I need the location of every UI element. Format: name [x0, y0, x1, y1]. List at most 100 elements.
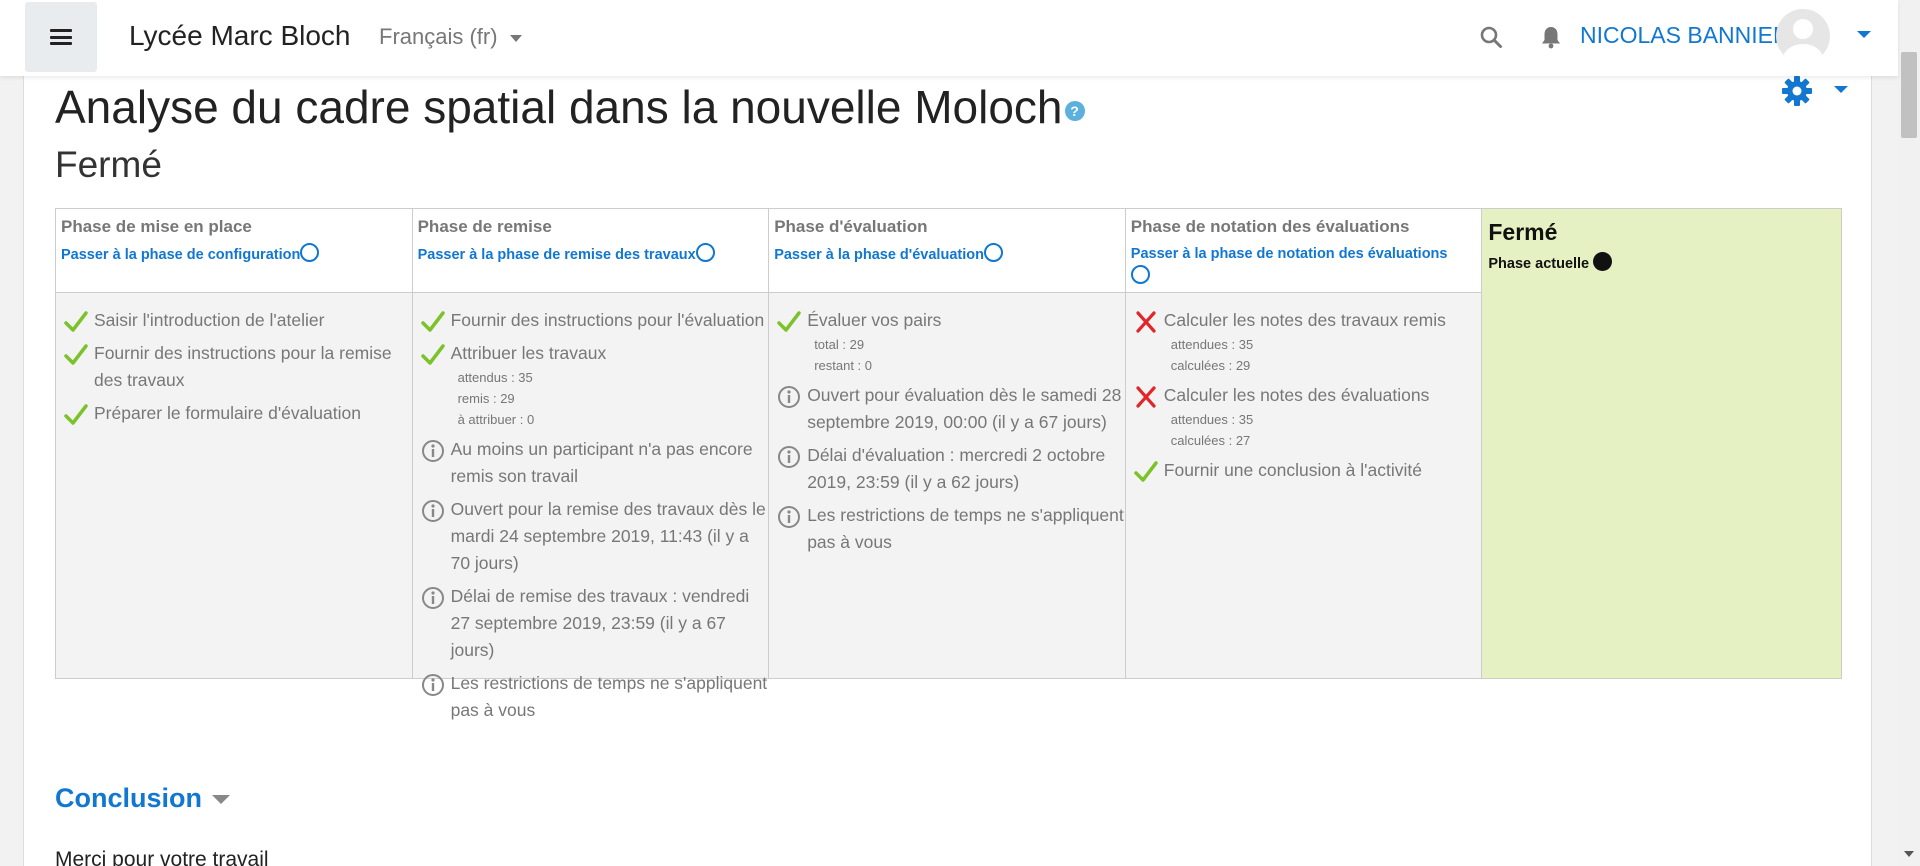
user-menu-chevron-icon[interactable]	[1857, 31, 1871, 38]
conclusion-heading[interactable]: Conclusion	[55, 783, 230, 814]
task-item: Fournir une conclusion à l'activité	[1134, 457, 1482, 484]
task-item: Les restrictions de temps ne s'appliquen…	[421, 670, 769, 724]
task-detail: calculées : 29	[1170, 358, 1251, 373]
language-menu[interactable]: Français (fr)	[379, 24, 522, 50]
scrollbar-thumb[interactable]	[1901, 52, 1917, 138]
check-icon	[64, 404, 88, 425]
bell-icon[interactable]	[1540, 25, 1562, 49]
site-name[interactable]: Lycée Marc Bloch	[129, 20, 351, 52]
task-item: Évaluer vos pairs total : 29 restant : 0	[777, 307, 1125, 376]
settings-chevron-icon[interactable]	[1834, 86, 1848, 93]
current-phase-dot-icon	[1593, 252, 1613, 271]
cross-icon	[1136, 311, 1156, 333]
switch-phase-link[interactable]: Passer à la phase d'évaluation	[774, 247, 984, 263]
task-text: Les restrictions de temps ne s'appliquen…	[807, 505, 1124, 552]
phase-tasks: Saisir l'introduction de l'atelier Fourn…	[56, 293, 412, 427]
check-icon	[64, 344, 88, 365]
task-text: Calculer les notes des travaux remis	[1163, 310, 1446, 330]
task-text: Saisir l'introduction de l'atelier	[94, 310, 325, 330]
phase-tasks: Fournir des instructions pour l'évaluati…	[413, 293, 769, 724]
user-name[interactable]: NICOLAS BANNIER	[1580, 22, 1790, 49]
task-item: Fournir des instructions pour la remise …	[64, 340, 412, 394]
task-text: Préparer le formulaire d'évaluation	[94, 403, 361, 423]
workshop-phases: Phase de mise en place Passer à la phase…	[55, 208, 1842, 720]
switch-phase-icon[interactable]	[1130, 265, 1150, 284]
task-item: Calculer les notes des évaluations atten…	[1134, 382, 1482, 451]
task-text: Fournir des instructions pour l'évaluati…	[450, 310, 765, 330]
task-text: Fournir une conclusion à l'activité	[1163, 460, 1422, 480]
task-detail: restant : 0	[814, 358, 872, 373]
task-item: Saisir l'introduction de l'atelier	[64, 307, 412, 334]
conclusion-text: Merci pour votre travail	[55, 848, 269, 866]
info-icon	[421, 500, 444, 522]
chevron-down-icon	[509, 34, 522, 42]
task-item: Au moins un participant n'a pas encore r…	[421, 436, 769, 490]
menu-button[interactable]	[25, 2, 97, 72]
phase-tasks: Évaluer vos pairs total : 29 restant : 0…	[769, 293, 1125, 556]
info-icon	[778, 506, 801, 528]
switch-phase-icon[interactable]	[695, 243, 715, 262]
current-phase-indicator: Phase actuelle	[1488, 252, 1835, 272]
task-detail: attendues : 35	[1170, 337, 1254, 352]
phase-tasks: Calculer les notes des travaux remis att…	[1126, 293, 1482, 484]
phase-closed: Fermé Phase actuelle	[1482, 209, 1841, 678]
check-icon	[1134, 461, 1158, 482]
check-icon	[420, 311, 445, 332]
page-scrollbar[interactable]	[1898, 0, 1920, 866]
phase-header: Phase d'évaluation Passer à la phase d'é…	[769, 209, 1125, 293]
task-item: Délai d'évaluation : mercredi 2 octobre …	[777, 442, 1125, 496]
task-item: Les restrictions de temps ne s'appliquen…	[777, 502, 1125, 556]
user-silhouette-icon	[1783, 19, 1823, 63]
page-title: Analyse du cadre spatial dans la nouvell…	[55, 80, 1085, 134]
switch-phase-link[interactable]: Passer à la phase de notation des évalua…	[1131, 246, 1448, 262]
task-text: Ouvert pour la remise des travaux dès le…	[450, 499, 766, 573]
task-details: total : 29 restant : 0	[807, 334, 1125, 376]
avatar[interactable]	[1776, 9, 1830, 63]
task-item: Préparer le formulaire d'évaluation	[64, 400, 412, 427]
task-text: Les restrictions de temps ne s'appliquen…	[450, 673, 768, 720]
phase-setup: Phase de mise en place Passer à la phase…	[56, 209, 413, 678]
task-item: Ouvert pour la remise des travaux dès le…	[421, 496, 769, 577]
phase-submission: Phase de remise Passer à la phase de rem…	[412, 209, 770, 720]
current-phase-label: Phase actuelle	[1488, 256, 1590, 272]
task-detail: calculées : 27	[1170, 433, 1251, 448]
gear-icon[interactable]	[1780, 74, 1814, 108]
task-text: Délai d'évaluation : mercredi 2 octobre …	[807, 445, 1106, 492]
main-region: Analyse du cadre spatial dans la nouvell…	[23, 76, 1872, 866]
task-text: Fournir des instructions pour la remise …	[94, 343, 392, 390]
check-icon	[64, 311, 88, 332]
help-icon[interactable]: ?	[1064, 100, 1085, 121]
task-details: attendues : 35 calculées : 27	[1164, 409, 1482, 451]
switch-phase-link[interactable]: Passer à la phase de configuration	[61, 247, 300, 263]
task-item: Délai de remise des travaux : vendredi 2…	[421, 583, 769, 664]
language-label: Français (fr)	[379, 24, 498, 49]
search-icon[interactable]	[1479, 25, 1503, 49]
task-text: Délai de remise des travaux : vendredi 2…	[450, 586, 750, 660]
phase-assessment: Phase d'évaluation Passer à la phase d'é…	[769, 209, 1126, 678]
info-icon	[421, 440, 444, 462]
task-item: Fournir des instructions pour l'évaluati…	[420, 307, 769, 334]
menu-icon	[50, 29, 72, 45]
switch-phase-icon[interactable]	[300, 243, 320, 262]
page-subtitle: Fermé	[55, 144, 162, 185]
task-item: Attribuer les travaux attendus : 35 remi…	[420, 340, 769, 430]
phase-title: Fermé	[1488, 219, 1558, 245]
phase-title: Phase d'évaluation	[774, 217, 928, 236]
task-details: attendues : 35 calculées : 29	[1164, 334, 1482, 376]
task-text: Au moins un participant n'a pas encore r…	[450, 439, 753, 486]
task-detail: attendues : 35	[1170, 412, 1254, 427]
task-text: Attribuer les travaux	[450, 343, 607, 363]
task-details: attendus : 35 remis : 29 à attribuer : 0	[451, 367, 769, 430]
check-icon	[420, 344, 445, 365]
scroll-down-arrow-icon[interactable]	[1904, 851, 1914, 857]
info-icon	[778, 386, 801, 408]
cross-icon	[1136, 386, 1156, 408]
phase-title: Phase de remise	[417, 217, 552, 236]
conclusion-heading-text: Conclusion	[55, 783, 202, 813]
task-text: Calculer les notes des évaluations	[1163, 385, 1430, 405]
switch-phase-icon[interactable]	[983, 243, 1003, 262]
task-text: Évaluer vos pairs	[807, 310, 942, 330]
phase-title: Phase de mise en place	[61, 217, 252, 236]
task-detail: remis : 29	[457, 391, 515, 406]
switch-phase-link[interactable]: Passer à la phase de remise des travaux	[418, 247, 696, 263]
